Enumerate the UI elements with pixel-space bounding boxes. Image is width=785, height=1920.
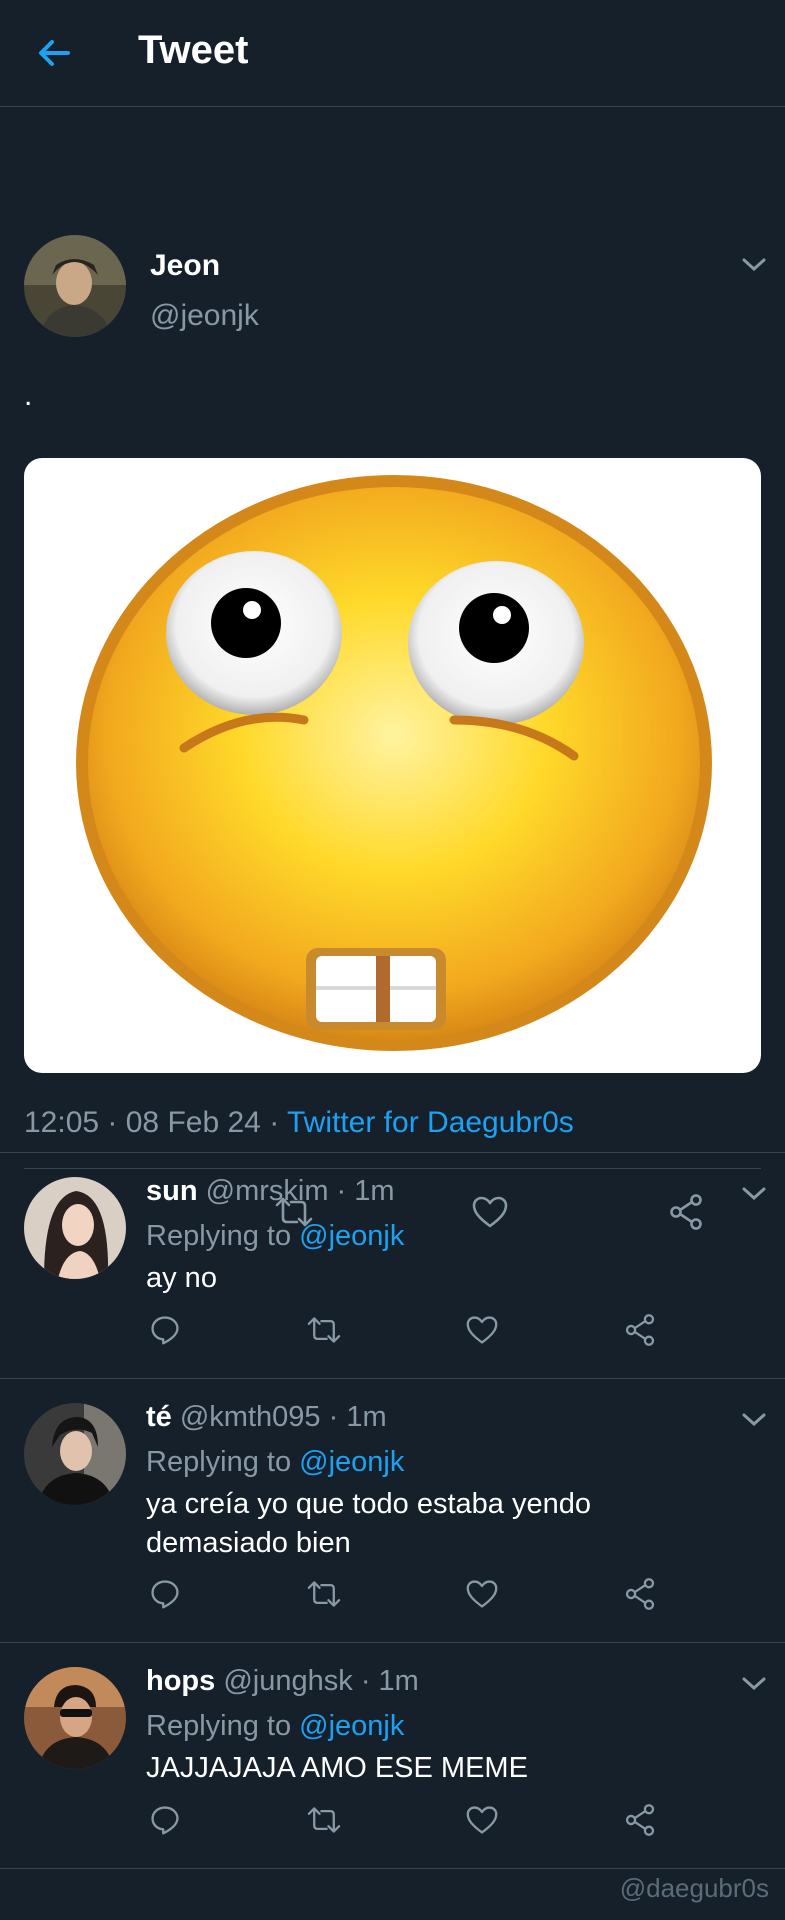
reply-tweet[interactable]: hops @junghsk · 1m Replying to @jeonjk J… — [0, 1643, 785, 1869]
reply-icon[interactable] — [143, 1308, 187, 1352]
replying-to-label: Replying to — [146, 1220, 292, 1252]
reply-author-name[interactable]: sun — [146, 1175, 198, 1207]
top-bar: Tweet — [0, 0, 785, 107]
retweet-icon[interactable] — [302, 1798, 346, 1842]
tweet-source-link[interactable]: Twitter for Daegubr0s — [287, 1106, 574, 1139]
author-avatar[interactable] — [24, 235, 126, 337]
reply-header: té @kmth095 · 1m — [146, 1401, 387, 1434]
share-icon[interactable] — [618, 1798, 662, 1842]
reply-text: ya creía yo que todo estaba yendo demasi… — [146, 1488, 591, 1559]
reply-author-name[interactable]: hops — [146, 1665, 215, 1697]
replying-to-line: Replying to @jeonjk — [146, 1220, 404, 1253]
replying-to-label: Replying to — [146, 1710, 292, 1742]
reply-time: 1m — [354, 1175, 395, 1207]
reply-text: JAJJAJAJA AMO ESE MEME — [146, 1752, 528, 1784]
tweet-meta: 12:05 · 08 Feb 24 · Twitter for Daegubr0… — [24, 1106, 574, 1140]
tweet-media-emoji[interactable] — [24, 458, 761, 1073]
meta-separator: · — [269, 1106, 287, 1139]
meta-separator: · — [336, 1175, 355, 1207]
chevron-down-icon[interactable] — [741, 1412, 767, 1428]
reply-avatar[interactable] — [24, 1403, 126, 1505]
reply-text: ay no — [146, 1262, 217, 1294]
page-title: Tweet — [138, 28, 249, 72]
retweet-icon[interactable] — [302, 1572, 346, 1616]
watermark: @daegubr0s — [619, 1873, 769, 1903]
reply-avatar[interactable] — [24, 1667, 126, 1769]
author-handle[interactable]: @jeonjk — [150, 299, 259, 333]
back-arrow-icon[interactable] — [34, 33, 74, 73]
chevron-down-icon[interactable] — [741, 257, 767, 273]
reply-time: 1m — [378, 1665, 419, 1697]
reply-time: 1m — [346, 1401, 387, 1433]
reply-icon[interactable] — [143, 1572, 187, 1616]
reply-avatar[interactable] — [24, 1177, 126, 1279]
replying-to-label: Replying to — [146, 1446, 292, 1478]
replying-to-link[interactable]: @jeonjk — [299, 1446, 404, 1478]
reply-tweet[interactable]: sun @mrskim · 1m Replying to @jeonjk ay … — [0, 1153, 785, 1379]
share-icon[interactable] — [618, 1572, 662, 1616]
reply-actions — [0, 1308, 785, 1358]
replying-to-link[interactable]: @jeonjk — [299, 1710, 404, 1742]
tweet-date: 08 Feb 24 — [125, 1106, 261, 1139]
meta-separator: · — [360, 1665, 379, 1697]
like-heart-icon[interactable] — [460, 1798, 504, 1842]
reply-author-handle[interactable]: @kmth095 — [180, 1401, 321, 1433]
share-icon[interactable] — [618, 1308, 662, 1352]
replying-to-line: Replying to @jeonjk — [146, 1446, 404, 1479]
reply-actions — [0, 1572, 785, 1622]
replying-to-line: Replying to @jeonjk — [146, 1710, 404, 1743]
tweet-text: . — [24, 379, 33, 412]
main-tweet: Jeon @jeonjk . 12:05 · 08 Feb 24 · Twitt… — [0, 107, 785, 1230]
reply-author-handle[interactable]: @mrskim — [206, 1175, 329, 1207]
author-name[interactable]: Jeon — [150, 249, 220, 283]
chevron-down-icon[interactable] — [741, 1186, 767, 1202]
reply-author-handle[interactable]: @junghsk — [223, 1665, 352, 1697]
reply-author-name[interactable]: té — [146, 1401, 172, 1433]
meta-separator: · — [328, 1401, 347, 1433]
retweet-icon[interactable] — [302, 1308, 346, 1352]
reply-actions — [0, 1798, 785, 1848]
reply-header: hops @junghsk · 1m — [146, 1665, 419, 1698]
meta-separator: · — [107, 1106, 126, 1139]
like-heart-icon[interactable] — [460, 1308, 504, 1352]
reply-header: sun @mrskim · 1m — [146, 1175, 395, 1208]
reply-tweet[interactable]: té @kmth095 · 1m Replying to @jeonjk ya … — [0, 1379, 785, 1643]
like-heart-icon[interactable] — [460, 1572, 504, 1616]
chevron-down-icon[interactable] — [741, 1676, 767, 1692]
replying-to-link[interactable]: @jeonjk — [299, 1220, 404, 1252]
reply-icon[interactable] — [143, 1798, 187, 1842]
tweet-time: 12:05 — [24, 1106, 100, 1139]
